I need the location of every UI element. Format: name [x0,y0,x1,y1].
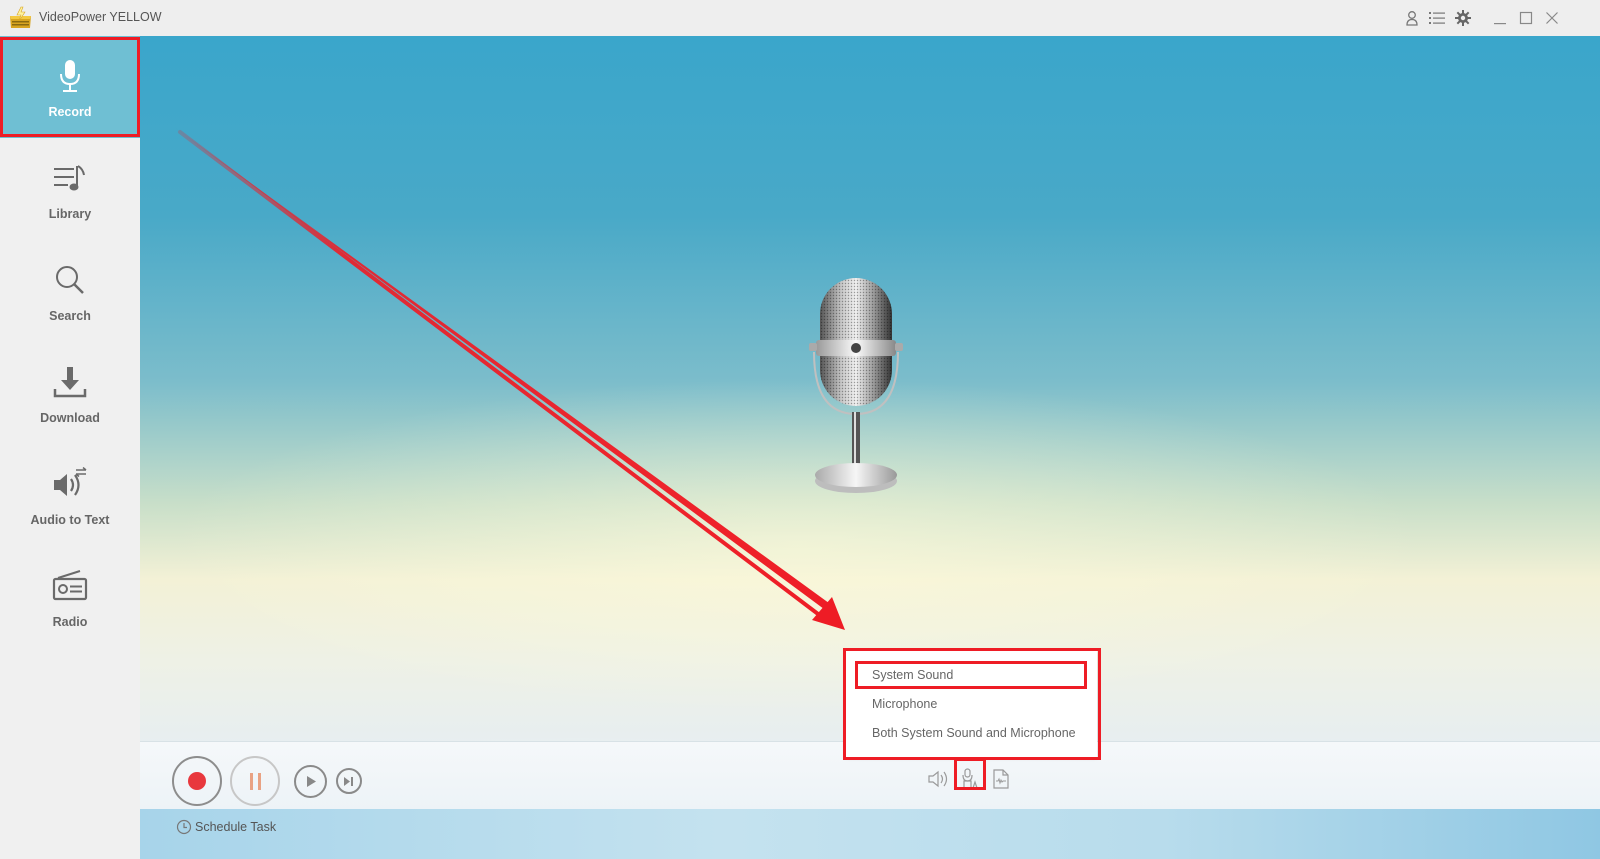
system-sound-icon[interactable] [928,767,950,791]
vintage-microphone-artwork [809,278,903,493]
microphone-icon [50,56,90,96]
pause-button[interactable] [230,756,280,806]
radio-icon [50,566,90,606]
pause-icon [249,772,261,790]
sidebar-item-search[interactable]: Search [0,240,140,342]
menu-item-both[interactable]: Both System Sound and Microphone [846,719,1097,747]
settings-icon[interactable] [1454,9,1472,27]
sidebar-item-label: Record [48,105,92,119]
schedule-task-button[interactable]: Schedule Task [176,819,276,835]
title-bar: VideoPower YELLOW [0,0,1600,36]
play-button[interactable] [294,765,327,798]
footer-bar: Schedule Task [140,809,1600,859]
close-icon[interactable] [1543,9,1561,27]
record-button[interactable] [172,756,222,806]
search-icon [50,260,90,300]
sidebar-item-label: Library [48,207,92,221]
audio-source-menu: System Sound Microphone Both System Soun… [846,651,1097,757]
music-list-icon [50,158,90,198]
sidebar-item-label: Audio to Text [30,513,110,527]
sidebar-item-record[interactable]: Record [0,36,140,138]
audio-file-icon[interactable] [990,767,1012,791]
microphone-source-icon[interactable] [959,767,981,791]
sidebar-item-label: Search [49,309,91,323]
sidebar-item-download[interactable]: Download [0,342,140,444]
app-title: VideoPower YELLOW [39,10,162,24]
clock-icon [176,819,192,835]
schedule-task-label: Schedule Task [195,820,277,834]
user-icon[interactable] [1403,9,1421,27]
menu-item-microphone[interactable]: Microphone [846,690,1097,718]
minimize-icon[interactable] [1491,9,1509,27]
speaker-convert-icon [50,464,90,504]
record-dot-icon [188,772,206,790]
menu-item-system-sound[interactable]: System Sound [846,661,1097,689]
play-icon [306,776,316,787]
sidebar-item-library[interactable]: Library [0,138,140,240]
sidebar-item-radio[interactable]: Radio [0,546,140,648]
sidebar: Record Library Search Download Audio to … [0,36,140,859]
maximize-icon[interactable] [1517,9,1535,27]
list-icon[interactable] [1428,9,1446,27]
app-logo-icon [10,6,31,28]
skip-next-icon [344,776,353,786]
next-button[interactable] [336,768,362,794]
sidebar-item-label: Download [40,411,100,425]
download-icon [50,362,90,402]
sidebar-item-audio-to-text[interactable]: Audio to Text [0,444,140,546]
sidebar-item-label: Radio [52,615,88,629]
